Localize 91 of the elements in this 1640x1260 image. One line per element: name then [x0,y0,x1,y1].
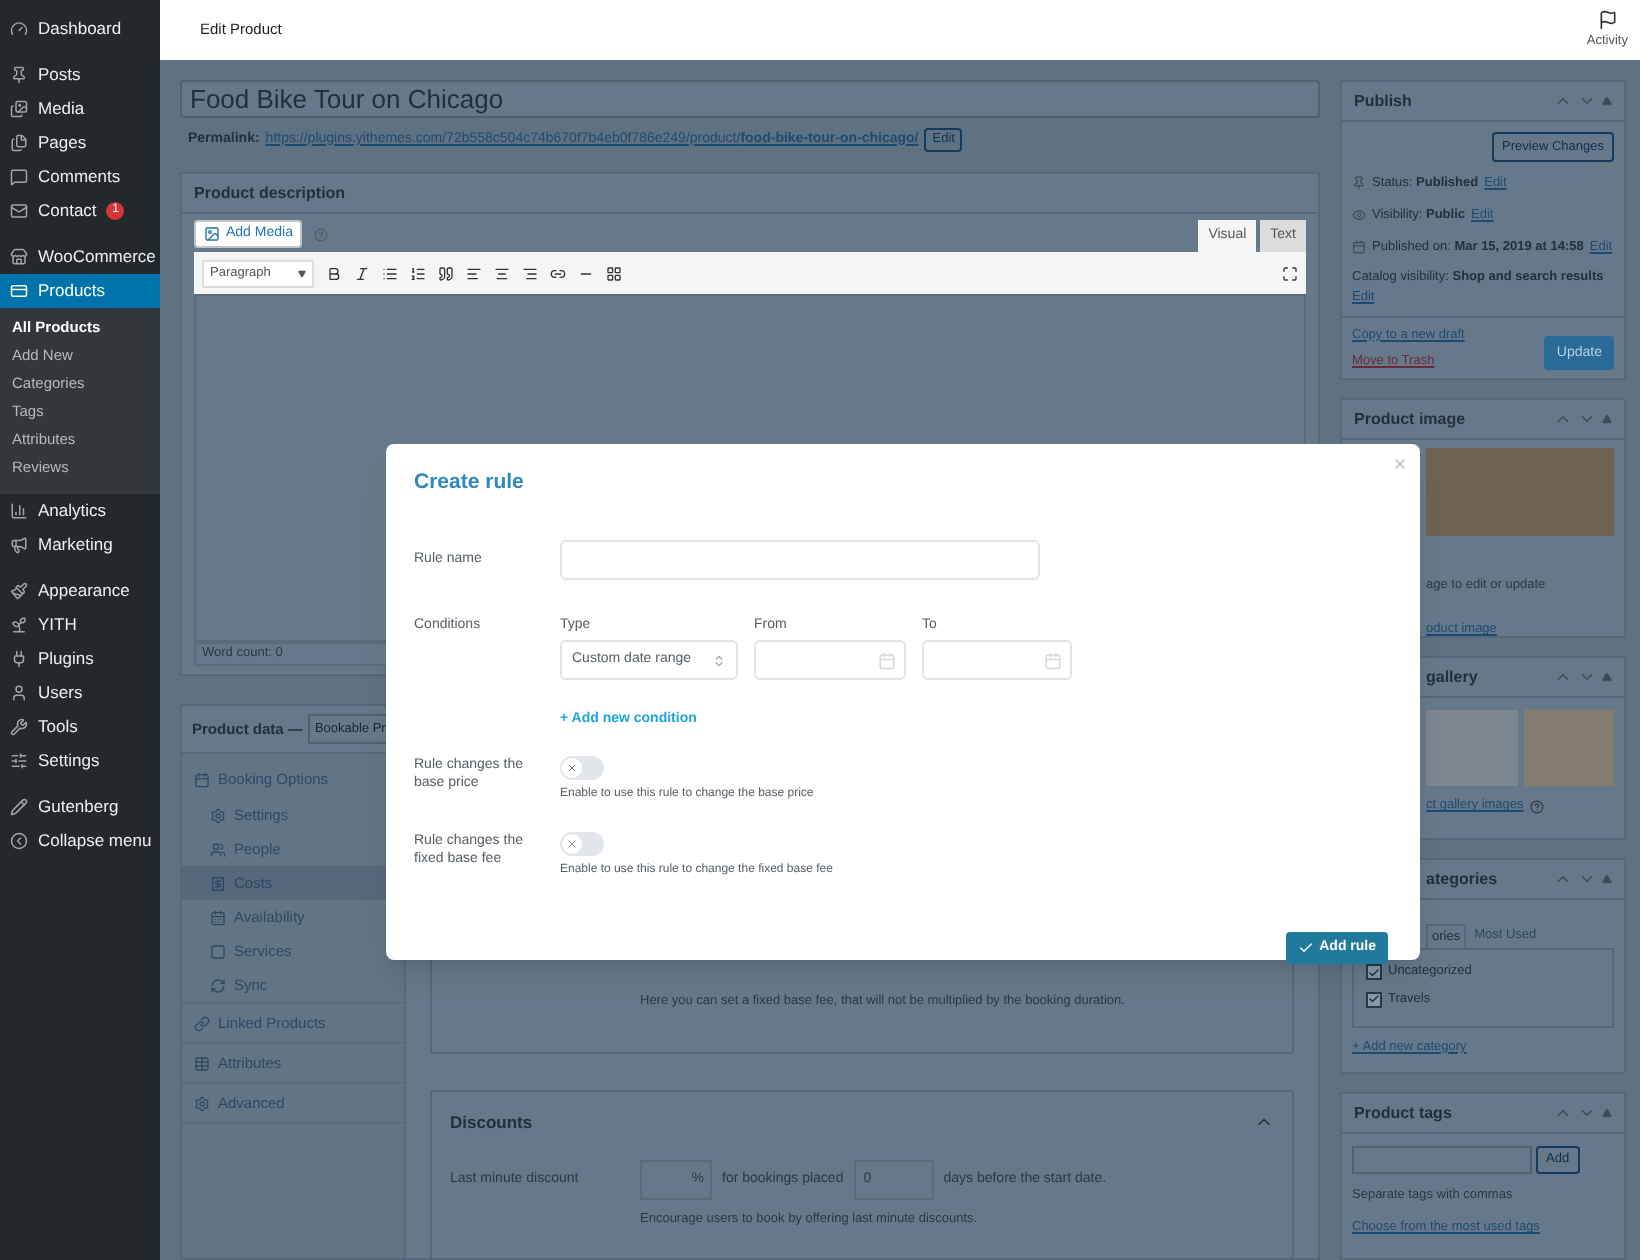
menu-item[interactable]: Marketing [0,528,160,562]
pin-icon [1352,176,1366,191]
panel-title: Product description [194,181,346,205]
mail-icon [10,202,28,220]
menu-item[interactable]: Pages [0,126,160,160]
user-icon [10,684,28,702]
italic-icon[interactable] [354,265,370,281]
panel-title: Product image [1354,407,1466,432]
fullscreen-icon[interactable] [1282,265,1298,281]
help-icon [314,227,329,241]
to-date-field[interactable] [922,640,1072,681]
bullet-list-icon[interactable] [382,265,398,281]
pages-icon [10,134,28,152]
quote-icon[interactable] [438,265,454,281]
menu-item[interactable]: Settings [0,744,160,778]
check-icon [1297,939,1314,956]
collapse-icon [10,832,28,850]
menu-item[interactable]: Appearance [0,574,160,608]
section-title: Discounts [450,1110,533,1136]
gear-icon [210,807,226,823]
bar-chart-icon [10,502,28,520]
toggle-switch[interactable] [560,755,604,780]
photo-placeholder [1426,710,1517,787]
rule-name-field[interactable] [560,539,1040,580]
calendar-icon [194,771,210,787]
menu-item[interactable]: Dashboard [0,12,160,46]
panel-title: ategories [1426,867,1498,892]
panel-title: Product tags [1354,1101,1452,1126]
menu-item[interactable]: Comments [0,160,160,194]
menu-item[interactable]: Analytics [0,494,160,528]
toggle-switch[interactable] [560,831,604,856]
menu-item[interactable]: Plugins [0,642,160,676]
receipt-icon [210,875,226,891]
store-icon [10,248,28,266]
plug-icon [10,650,28,668]
panel-title: Publish [1354,89,1412,113]
media-icon [10,100,28,118]
wrench-icon [10,718,28,736]
menu-item[interactable]: Collapse menu [0,824,160,858]
cross-icon [566,761,578,774]
square-icon [210,943,226,959]
align-left-icon[interactable] [466,265,482,281]
cross-icon [566,837,578,850]
from-date-field[interactable] [754,640,906,681]
menu-item[interactable]: Media [0,92,160,126]
gauge-icon [10,20,28,38]
help-icon [1529,799,1544,814]
megaphone-icon [10,536,28,554]
calendar-icon [1044,651,1062,670]
menu-item[interactable]: Tools [0,710,160,744]
menu-item[interactable]: WooCommerce [0,240,160,274]
panel-title: gallery [1426,665,1478,690]
select-arrows-icon [712,653,726,668]
dialog-title: Create rule [414,468,524,498]
link-icon [194,1015,210,1031]
close-icon[interactable] [1392,456,1408,472]
dropdown-icon [298,269,306,277]
menu-item[interactable]: Posts [0,58,160,92]
people-icon [210,841,226,857]
bold-icon[interactable] [326,265,342,281]
checkbox[interactable] [1366,964,1382,981]
brush-icon [10,582,28,600]
calendar-icon [878,651,896,670]
calendar-icon [210,909,226,925]
checkbox[interactable] [1366,991,1382,1008]
menu-item[interactable]: Products [0,274,160,308]
sync-icon [210,977,226,993]
move-up-icon[interactable] [1554,92,1572,110]
title-field[interactable]: Food Bike Tour on Chicago [180,80,1320,118]
flag-icon [1597,9,1618,30]
tag-field[interactable] [1352,1146,1532,1175]
link-icon[interactable] [550,265,566,281]
menu-item[interactable]: YITH [0,608,160,642]
numbered-list-icon[interactable] [410,265,426,281]
card-icon [10,282,28,300]
move-down-icon[interactable] [1578,92,1596,110]
align-center-icon[interactable] [494,265,510,281]
menu-item[interactable]: Users [0,676,160,710]
align-right-icon[interactable] [522,265,538,281]
settings-icon [10,752,28,770]
pencil-icon [10,798,28,816]
comment-icon [10,168,28,186]
photo-placeholder [1523,710,1614,787]
sprout-icon [10,616,28,634]
pin-icon [10,66,28,84]
menu-item[interactable]: Gutenberg [0,790,160,824]
table-icon [194,1055,210,1071]
gear-icon [194,1095,210,1111]
media-icon [204,226,220,242]
calendar-icon [1352,239,1366,254]
eye-icon [1352,208,1366,223]
